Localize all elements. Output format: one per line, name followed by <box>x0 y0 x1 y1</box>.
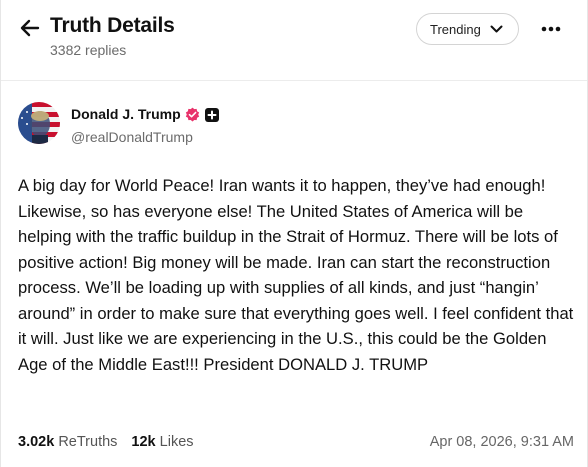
truth-details-page: Truth Details 3382 replies Trending Dona… <box>0 0 588 467</box>
back-button[interactable] <box>16 16 44 40</box>
author-name[interactable]: Donald J. Trump <box>71 106 181 122</box>
author-handle[interactable]: @realDonaldTrump <box>71 129 193 145</box>
reply-count: 3382 replies <box>50 42 127 58</box>
sort-dropdown-label: Trending <box>430 21 481 37</box>
chevron-down-icon <box>490 25 503 33</box>
likes-label: Likes <box>159 434 194 450</box>
likes-count: 12k <box>131 434 156 450</box>
post-stats: 3.02k ReTruths 12k Likes <box>18 434 194 450</box>
more-options-button[interactable] <box>537 17 565 41</box>
header-divider <box>1 80 587 81</box>
retruths-label: ReTruths <box>58 434 118 450</box>
page-title: Truth Details <box>50 14 175 37</box>
arrow-left-icon <box>20 19 40 37</box>
retruths-count: 3.02k <box>18 434 55 450</box>
plus-badge-icon <box>205 108 219 122</box>
post-body: A big day for World Peace! Iran wants it… <box>18 176 574 374</box>
retruths-stat[interactable]: 3.02k ReTruths <box>18 434 117 450</box>
author-avatar[interactable] <box>18 102 60 144</box>
post-timestamp: Apr 08, 2026, 9:31 AM <box>429 434 574 450</box>
page-header: Truth Details 3382 replies Trending <box>1 0 587 80</box>
sort-dropdown[interactable]: Trending <box>416 13 519 45</box>
likes-stat[interactable]: 12k Likes <box>131 434 193 450</box>
ellipsis-icon <box>541 26 561 32</box>
verified-badge-icon <box>185 107 200 122</box>
avatar-image <box>18 102 60 144</box>
